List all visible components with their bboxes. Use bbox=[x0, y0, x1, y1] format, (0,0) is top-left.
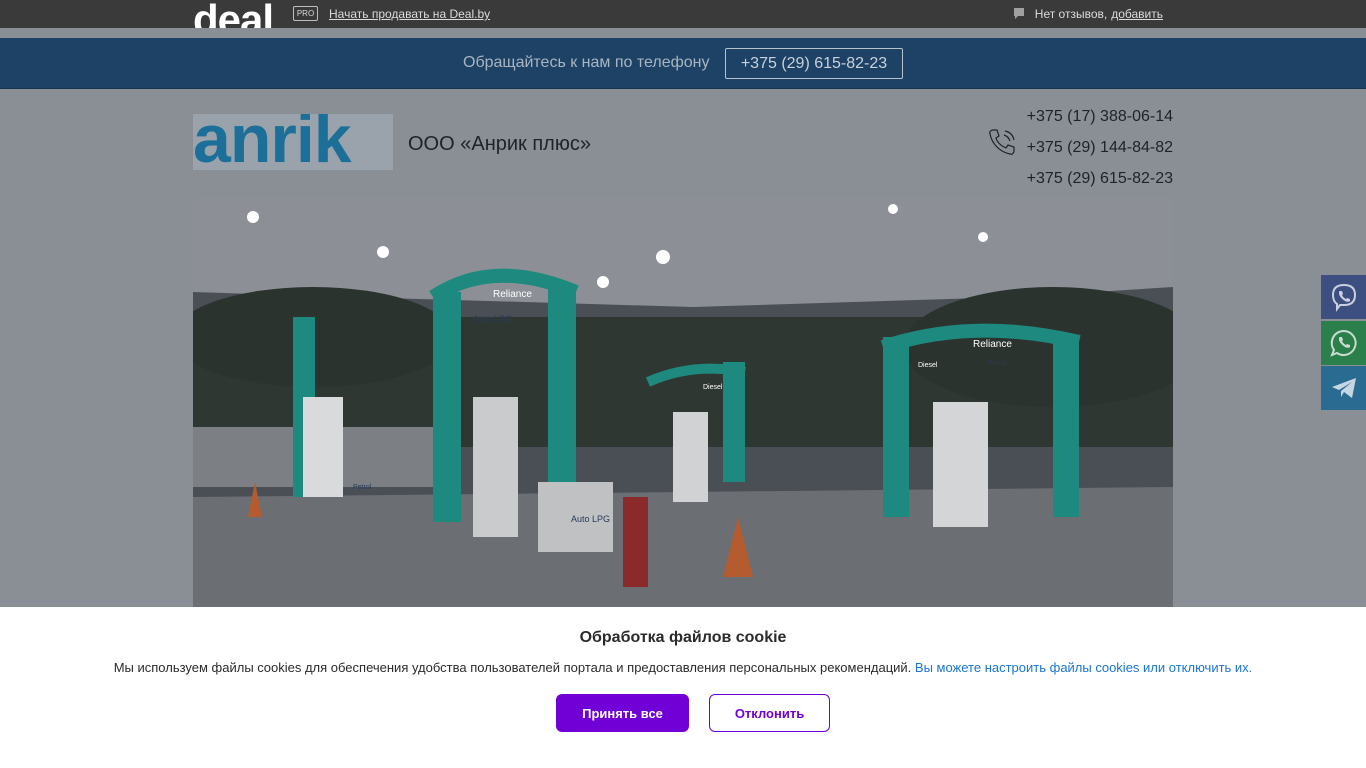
sign-auto-lpg-1: Auto LPG bbox=[473, 314, 512, 324]
sign-diesel-1: Diesel bbox=[703, 384, 723, 391]
sign-petrol-1: Petrol bbox=[353, 484, 372, 491]
deal-topbar: deal PRO Начать продавать на Deal.by Нет… bbox=[0, 0, 1366, 41]
add-review-link[interactable]: добавить bbox=[1111, 7, 1163, 21]
chat-icon bbox=[1013, 8, 1024, 19]
deal-topbar-inner: deal PRO Начать продавать на Deal.by Нет… bbox=[193, 0, 1173, 41]
header-phones: +375 (17) 388-06-14 +375 (29) 144-84-82 … bbox=[1027, 101, 1173, 194]
contact-phone-label: Обращайтесь к нам по телефону bbox=[463, 54, 710, 71]
no-reviews-text: Нет отзывов, bbox=[1034, 7, 1108, 21]
header-phone-1[interactable]: +375 (17) 388-06-14 bbox=[1027, 101, 1173, 132]
sign-reliance-1: Reliance bbox=[493, 289, 532, 300]
company-logo[interactable]: anrik bbox=[193, 114, 393, 170]
viber-icon bbox=[1331, 283, 1356, 312]
cookie-text: Мы используем файлы cookies для обеспече… bbox=[113, 660, 912, 675]
contact-phone-bar: Обращайтесь к нам по телефону bbox=[0, 38, 1366, 89]
header-phone-2[interactable]: +375 (29) 144-84-82 bbox=[1027, 132, 1173, 163]
sign-diesel-2: Diesel bbox=[918, 362, 938, 369]
cookie-description: Мы используем файлы cookies для обеспече… bbox=[0, 660, 1366, 675]
phone-icon bbox=[989, 129, 1015, 155]
contact-phone-button[interactable]: +375 (29) 615-82-23 bbox=[725, 48, 903, 79]
cookie-title: Обработка файлов cookie bbox=[579, 629, 787, 646]
decline-button[interactable]: Отклонить bbox=[709, 694, 830, 732]
whatsapp-button[interactable] bbox=[1321, 321, 1366, 365]
accept-all-button[interactable]: Принять все bbox=[556, 694, 689, 732]
cookie-settings-link[interactable]: Вы можете настроить файлы cookies или от… bbox=[915, 660, 1252, 675]
company-name[interactable]: ООО «Анрик плюс» bbox=[408, 133, 591, 156]
gas-station-illustration: Reliance Auto LPG Diesel Petrol Reliance… bbox=[193, 197, 1173, 607]
telegram-icon bbox=[1331, 378, 1356, 398]
company-logo-text: anrik bbox=[193, 114, 352, 170]
cookie-banner: Обработка файлов cookie Мы используем фа… bbox=[0, 607, 1366, 768]
sign-auto-lpg-2: Auto LPG bbox=[571, 514, 610, 524]
telegram-button[interactable] bbox=[1321, 366, 1366, 410]
topbar-spacer bbox=[0, 28, 1366, 38]
header-phone-3[interactable]: +375 (29) 615-82-23 bbox=[1027, 163, 1173, 194]
start-selling-link[interactable]: Начать продавать на Deal.by bbox=[329, 7, 490, 21]
whatsapp-icon bbox=[1329, 329, 1357, 357]
sign-reliance-2: Reliance bbox=[973, 339, 1012, 350]
sign-petrol-2: Petrol bbox=[988, 360, 1007, 367]
reviews-block: Нет отзывов, добавить bbox=[1013, 7, 1163, 21]
pro-badge: PRO bbox=[293, 6, 318, 21]
viber-button[interactable] bbox=[1321, 275, 1366, 319]
hero-image: Reliance Auto LPG Diesel Petrol Reliance… bbox=[193, 197, 1173, 607]
